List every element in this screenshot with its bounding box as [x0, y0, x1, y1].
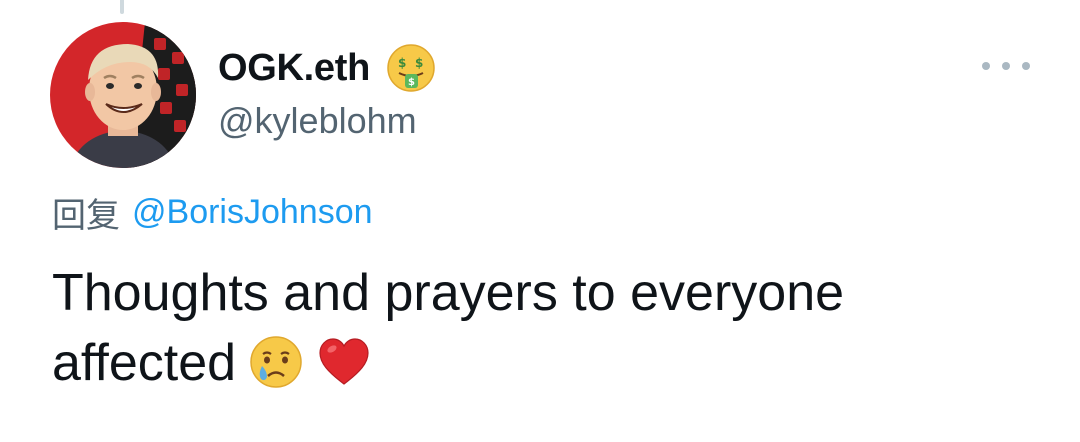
svg-text:$: $ — [415, 56, 423, 70]
crying-face-icon — [250, 336, 302, 388]
avatar-illustration — [50, 22, 196, 168]
more-dot-icon — [982, 62, 990, 70]
thread-connector-line — [120, 0, 124, 14]
money-mouth-face-icon: $ $ $ — [387, 44, 435, 92]
tweet-text-line-2-container: affected — [52, 328, 1052, 398]
reply-mention-link[interactable]: @BorisJohnson — [132, 193, 373, 232]
author-handle[interactable]: @kyleblohm — [218, 100, 417, 142]
more-dot-icon — [1002, 62, 1010, 70]
tweet-text-line-1: Thoughts and prayers to everyone — [52, 264, 845, 322]
more-options-button[interactable] — [982, 54, 1030, 78]
tweet-body: Thoughts and prayers to everyone affecte… — [52, 258, 1052, 398]
red-heart-icon — [319, 338, 369, 385]
author-display-name[interactable]: OGK.eth — [218, 47, 370, 90]
reply-prefix-label: 回复 — [52, 197, 120, 235]
avatar[interactable] — [50, 22, 196, 168]
svg-text:$: $ — [408, 77, 415, 88]
reply-context: 回复 @BorisJohnson — [52, 188, 373, 237]
more-dot-icon — [1022, 62, 1030, 70]
svg-text:$: $ — [398, 56, 406, 70]
tweet-text-line-2: affected — [52, 334, 237, 392]
author-name-row[interactable]: OGK.eth $ $ $ — [218, 42, 436, 94]
